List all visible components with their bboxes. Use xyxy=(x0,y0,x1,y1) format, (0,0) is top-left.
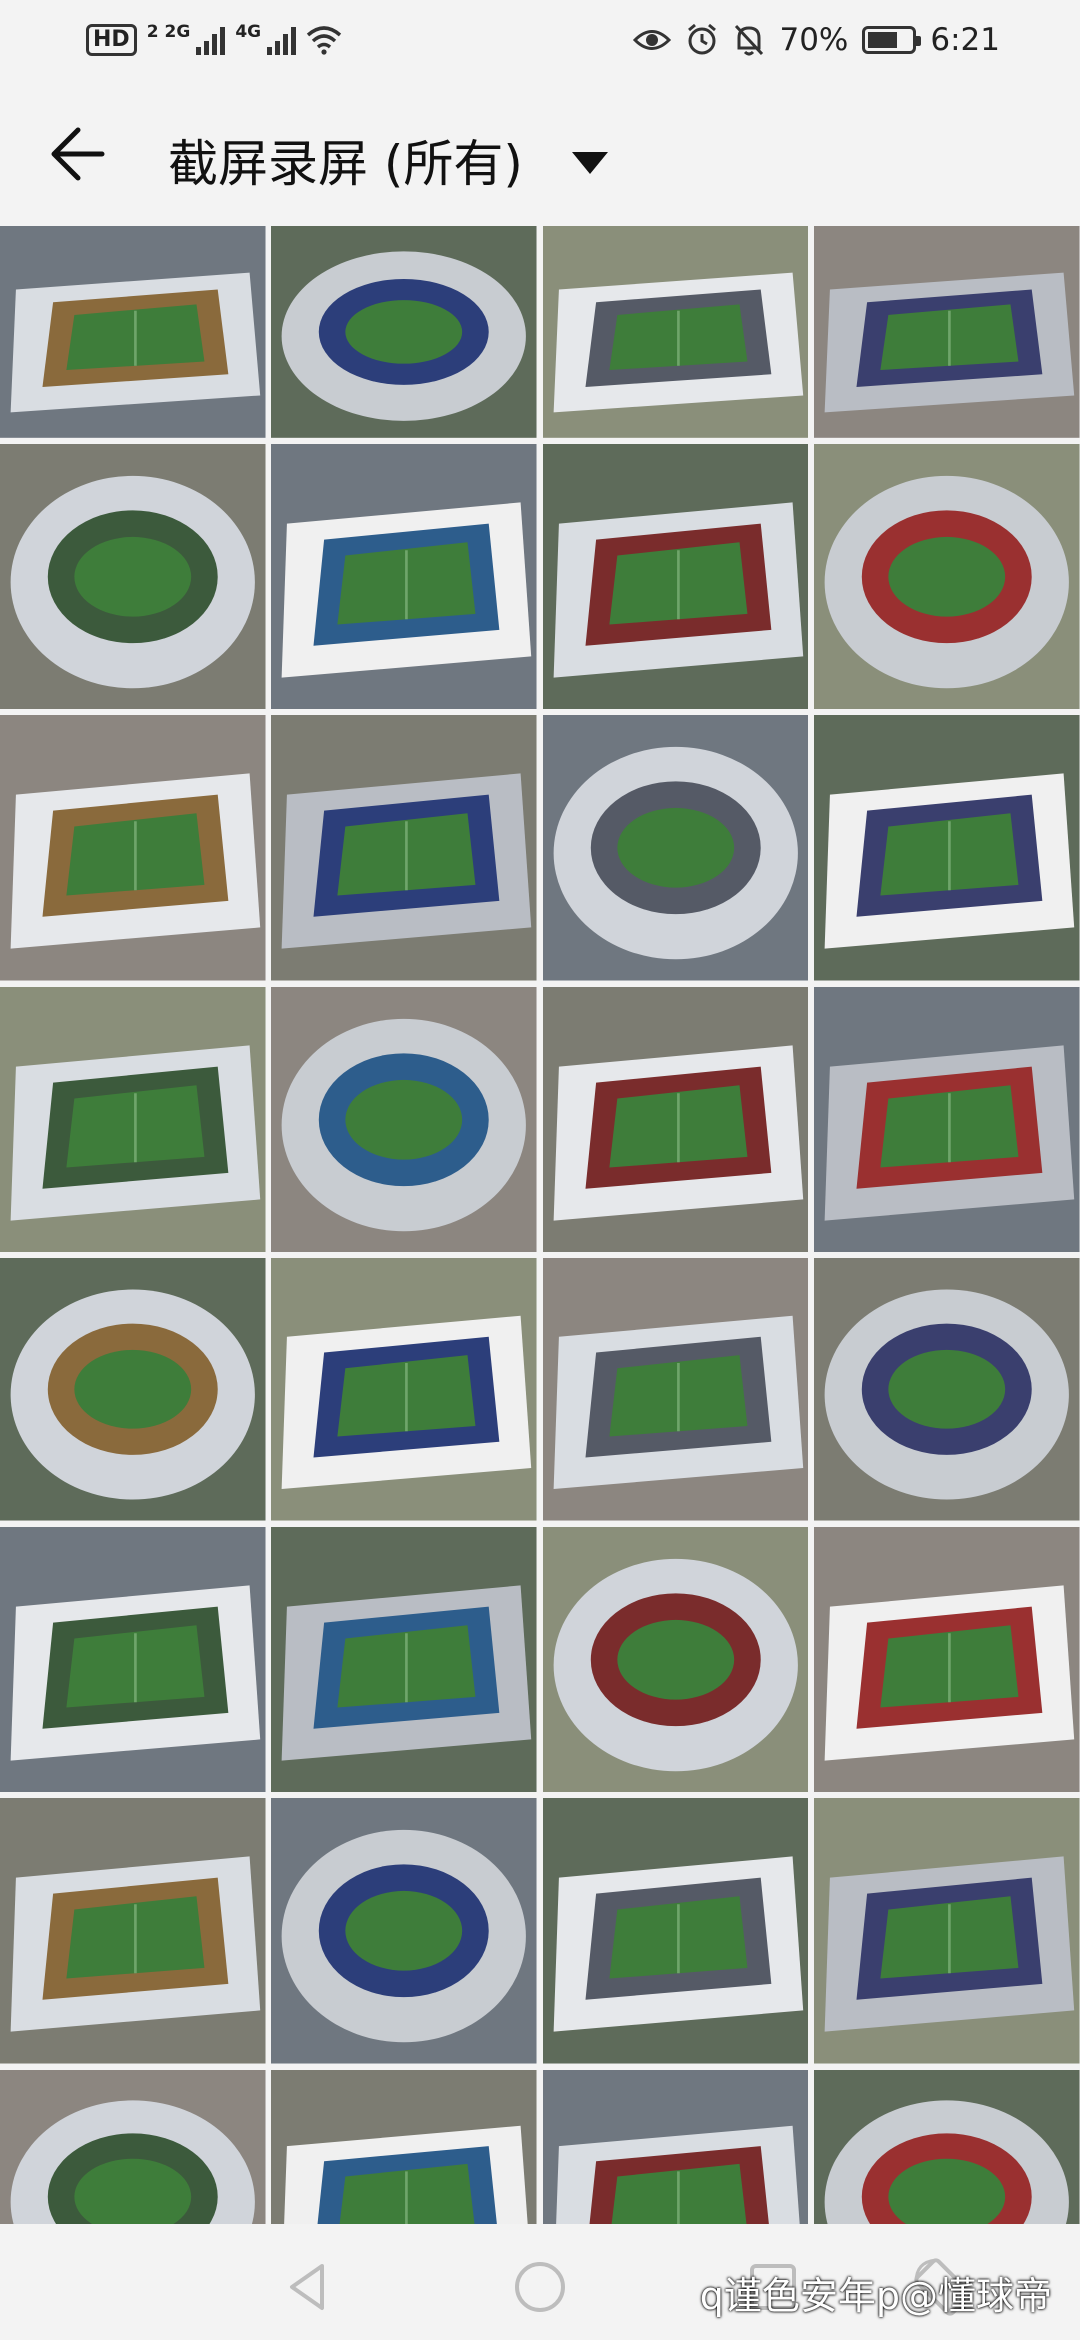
stadium-photo xyxy=(0,1258,266,1521)
photo-thumbnail[interactable] xyxy=(271,1258,537,1521)
photo-thumbnail[interactable] xyxy=(271,715,537,981)
photo-thumbnail[interactable] xyxy=(0,226,266,438)
photo-thumbnail[interactable] xyxy=(542,226,809,438)
status-bar: HD 2 2G 4G 70% 6:21 xyxy=(0,0,1080,80)
photo-thumbnail[interactable] xyxy=(542,1526,809,1793)
stadium-photo xyxy=(0,226,266,438)
stadium-photo xyxy=(814,226,1080,438)
hd-icon: HD xyxy=(86,24,137,56)
stadium-photo xyxy=(542,226,809,438)
photo-thumbnail[interactable] xyxy=(814,1798,1080,2064)
app-bar: 截屏录屏 (所有) xyxy=(0,80,1080,226)
status-right: 70% 6:21 xyxy=(633,20,1000,60)
photo-thumbnail[interactable] xyxy=(0,2069,266,2226)
stadium-photo xyxy=(542,443,809,710)
battery-fill xyxy=(868,32,898,48)
stadium-photo xyxy=(271,715,537,981)
photo-thumbnail[interactable] xyxy=(814,986,1080,1253)
network-label-1: 2G xyxy=(164,22,191,42)
stadium-photo xyxy=(814,443,1080,710)
watermark: q谨色安年p@懂球帝 xyxy=(699,2274,1052,2318)
battery-icon xyxy=(862,26,922,54)
clock: 6:21 xyxy=(930,22,1000,58)
photo-thumbnail[interactable] xyxy=(271,1798,537,2064)
stadium-photo xyxy=(542,986,809,1253)
photo-thumbnail[interactable] xyxy=(271,1526,537,1793)
photo-thumbnail[interactable] xyxy=(542,715,809,981)
alarm-icon xyxy=(688,23,717,55)
stadium-photo xyxy=(814,1798,1080,2064)
photo-thumbnail[interactable] xyxy=(271,986,537,1253)
photo-thumbnail[interactable] xyxy=(814,226,1080,438)
photo-thumbnail[interactable] xyxy=(542,1798,809,2064)
stadium-photo xyxy=(271,443,537,710)
stadium-photo xyxy=(814,986,1080,1253)
mute-bell-icon xyxy=(735,24,764,56)
stadium-photo xyxy=(0,2069,266,2226)
stadium-photo xyxy=(0,715,266,981)
photo-thumbnail[interactable] xyxy=(271,443,537,710)
battery-percent: 70% xyxy=(779,22,849,58)
wifi-icon xyxy=(306,26,342,55)
stadium-photo xyxy=(814,2069,1080,2226)
nav-back-icon[interactable] xyxy=(272,2252,342,2322)
stadium-photo xyxy=(271,1526,537,1793)
photo-thumbnail[interactable] xyxy=(542,986,809,1253)
photo-thumbnail[interactable] xyxy=(0,1258,266,1521)
stadium-photo xyxy=(814,1526,1080,1793)
photo-thumbnail[interactable] xyxy=(0,1526,266,1793)
hd-sub-label: 2 xyxy=(146,22,159,42)
stadium-photo xyxy=(271,1258,537,1521)
stadium-photo xyxy=(814,715,1080,981)
photo-thumbnail[interactable] xyxy=(0,1798,266,2064)
stadium-photo xyxy=(0,986,266,1253)
nav-home-icon[interactable] xyxy=(505,2252,575,2322)
stadium-photo xyxy=(542,715,809,981)
battery-tip xyxy=(916,36,922,46)
stadium-photo xyxy=(542,1526,809,1793)
stadium-photo xyxy=(0,1526,266,1793)
stadium-photo xyxy=(271,2069,537,2226)
stadium-photo xyxy=(271,1798,537,2064)
status-left: HD 2 2G 4G xyxy=(86,22,342,58)
photo-thumbnail[interactable] xyxy=(814,2069,1080,2226)
photo-thumbnail[interactable] xyxy=(271,226,537,438)
stadium-photo xyxy=(542,1258,809,1521)
photo-thumbnail[interactable] xyxy=(542,2069,809,2226)
stadium-photo xyxy=(814,1258,1080,1521)
caret-down-icon[interactable] xyxy=(566,142,614,182)
photo-thumbnail[interactable] xyxy=(0,715,266,981)
eye-icon xyxy=(633,30,672,50)
photo-thumbnail[interactable] xyxy=(271,2069,537,2226)
stadium-photo xyxy=(542,1798,809,2064)
stadium-photo xyxy=(271,986,537,1253)
arrow-left-icon[interactable] xyxy=(42,114,122,194)
stadium-photo xyxy=(271,226,537,438)
photo-thumbnail[interactable] xyxy=(542,1258,809,1521)
photo-thumbnail[interactable] xyxy=(814,715,1080,981)
network-label-2: 4G xyxy=(235,22,262,42)
stadium-photo xyxy=(542,2069,809,2226)
photo-thumbnail[interactable] xyxy=(814,1258,1080,1521)
signal-icon xyxy=(267,25,297,55)
photo-thumbnail[interactable] xyxy=(814,1526,1080,1793)
photo-thumbnail[interactable] xyxy=(814,443,1080,710)
photo-thumbnail[interactable] xyxy=(542,443,809,710)
album-title[interactable]: 截屏录屏 (所有) xyxy=(168,124,523,196)
stadium-photo xyxy=(0,1798,266,2064)
photo-thumbnail[interactable] xyxy=(0,986,266,1253)
signal-icon xyxy=(196,25,226,55)
stadium-photo xyxy=(0,443,266,710)
photo-grid xyxy=(0,226,1080,2226)
navigation-bar: q谨色安年p@懂球帝 xyxy=(0,2224,1080,2340)
photo-thumbnail[interactable] xyxy=(0,443,266,710)
